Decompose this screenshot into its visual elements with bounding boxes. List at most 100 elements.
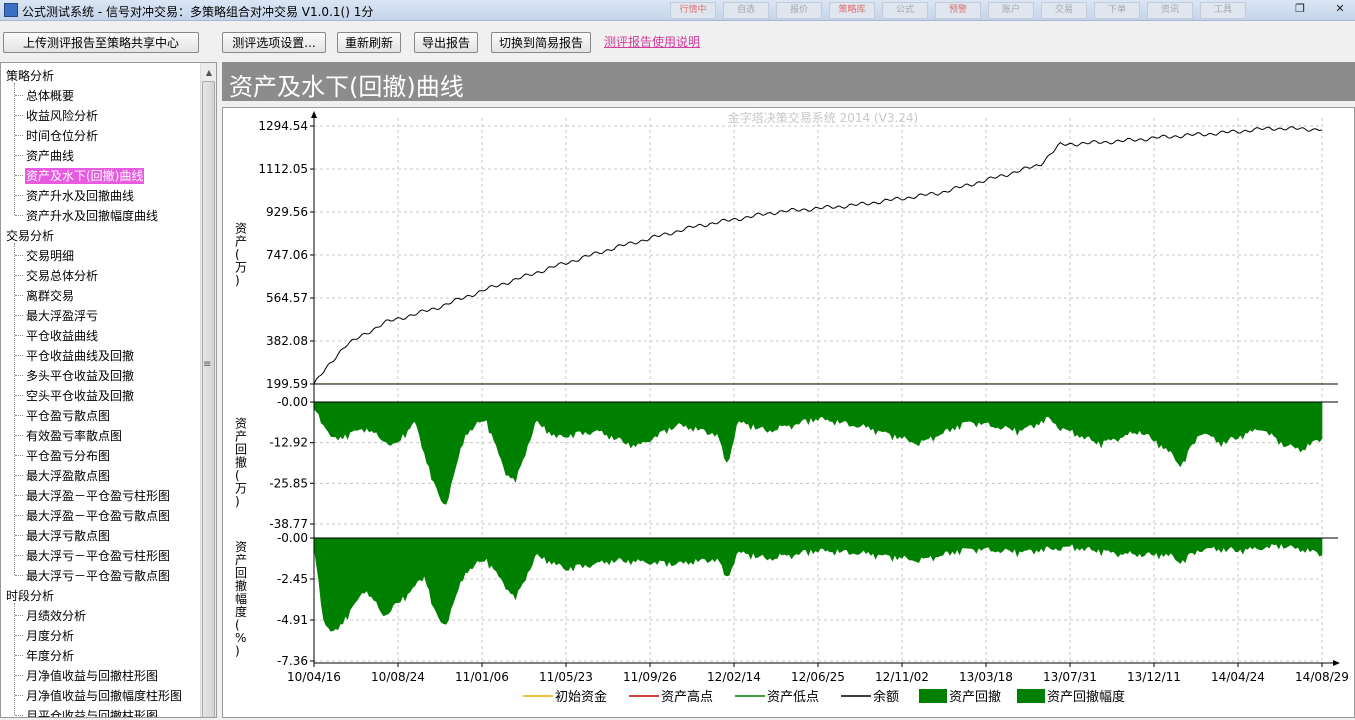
- tree-connector: [15, 455, 23, 456]
- x-tick-label: 13/07/31: [1043, 670, 1097, 684]
- tree-item[interactable]: 月度分析: [25, 628, 75, 644]
- tree-item[interactable]: 最大浮亏－平仓盈亏柱形图: [25, 548, 171, 564]
- simple-report-button[interactable]: 切换到简易报告: [491, 32, 591, 53]
- restore-icon[interactable]: ❐: [1290, 1, 1310, 17]
- tree-item[interactable]: 资产及水下(回撤)曲线: [25, 168, 145, 184]
- tree-item[interactable]: 交易总体分析: [25, 268, 99, 284]
- y-tick-label: -0.00: [277, 395, 308, 409]
- tree-item[interactable]: 最大浮盈浮亏: [25, 308, 99, 324]
- tree-item[interactable]: 年度分析: [25, 648, 75, 664]
- tree-connector: [15, 475, 23, 476]
- tree-item[interactable]: 平仓收益曲线及回撤: [25, 348, 135, 364]
- x-tick-label: 11/01/06: [455, 670, 509, 684]
- tree-item[interactable]: 最大浮盈散点图: [25, 468, 111, 484]
- tree-item[interactable]: 月平仓收益与回撤柱形图: [25, 708, 159, 717]
- top-tab[interactable]: 策略库: [829, 2, 875, 19]
- legend-swatch-box: [919, 689, 947, 703]
- tree-item[interactable]: 有效盈亏率散点图: [25, 428, 123, 444]
- settings-button[interactable]: 测评选项设置...: [222, 32, 326, 53]
- tree-item[interactable]: 总体概要: [25, 88, 75, 104]
- scroll-thumb[interactable]: [202, 81, 215, 717]
- report-tree: 策略分析总体概要收益风险分析 时间仓位分析 资产曲线资产及水下(回撤)曲线 资产升水及…: [0, 62, 217, 718]
- tree-connector: [15, 715, 23, 716]
- tree-connector: [15, 195, 23, 196]
- top-tab[interactable]: 自选: [723, 2, 769, 19]
- tree-connector: [15, 275, 23, 276]
- scroll-grip-icon: ≡: [203, 359, 212, 370]
- tree-group[interactable]: 策略分析: [6, 67, 54, 84]
- y-tick-label: 199.59: [266, 377, 308, 391]
- tree-connector: [15, 435, 23, 436]
- y-axis-arrow: [311, 111, 317, 118]
- tree-item[interactable]: 交易明细: [25, 248, 75, 264]
- tree-group[interactable]: 交易分析: [6, 227, 54, 244]
- scroll-up-icon[interactable]: ▲: [201, 65, 216, 81]
- tree-connector: [15, 655, 23, 656]
- help-link[interactable]: 测评报告使用说明: [604, 33, 700, 50]
- y-tick-label: -38.77: [269, 517, 308, 531]
- tree-connector: [14, 243, 15, 575]
- tree-connector: [15, 255, 23, 256]
- tree-scrollbar[interactable]: ▲ ≡: [200, 63, 216, 717]
- tree-item[interactable]: 资产升水及回撤幅度曲线: [25, 208, 159, 224]
- upload-report-button[interactable]: 上传测评报告至策略共享中心: [3, 32, 199, 53]
- tree-item[interactable]: 平仓盈亏散点图: [25, 408, 111, 424]
- x-tick-label: 12/06/25: [791, 670, 845, 684]
- legend-label: 初始资金: [555, 689, 607, 705]
- window-title: 公式测试系统 - 信号对冲交易：多策略组合对冲交易 V1.0.1() 1分: [22, 5, 374, 19]
- tree-item[interactable]: 月净值收益与回撤柱形图: [25, 668, 159, 684]
- y-tick-label: 1112.05: [258, 162, 308, 176]
- tree-item[interactable]: 收益风险分析: [25, 108, 99, 124]
- close-icon[interactable]: ✕: [1330, 1, 1350, 17]
- tree-item[interactable]: 最大浮盈－平仓盈亏散点图: [25, 508, 171, 524]
- tree-item[interactable]: 最大浮亏散点图: [25, 528, 111, 544]
- tree-item[interactable]: 空头平仓收益及回撤: [25, 388, 135, 404]
- top-tab[interactable]: 下单: [1094, 2, 1140, 19]
- x-tick-label: 14/04/24: [1211, 670, 1265, 684]
- tree-item[interactable]: 最大浮亏－平仓盈亏散点图: [25, 568, 171, 584]
- y-axis-label: 资产(万): [235, 222, 247, 288]
- top-tab[interactable]: 行情中: [670, 2, 716, 19]
- top-tab[interactable]: 交易: [1041, 2, 1087, 19]
- app-icon: [4, 3, 18, 17]
- tree-connector: [15, 535, 23, 536]
- top-tab[interactable]: 报价: [776, 2, 822, 19]
- top-tab[interactable]: 账户: [988, 2, 1034, 19]
- legend-swatch-box: [1017, 689, 1045, 703]
- tree-connector: [15, 375, 23, 376]
- chart-area: 金字塔决策交易系统 2014 (V3.24) 1294.54 1112.05 929.…: [222, 107, 1355, 718]
- tree-item[interactable]: 资产曲线: [25, 148, 75, 164]
- top-tab[interactable]: 工具: [1200, 2, 1246, 19]
- x-tick-label: 13/03/18: [959, 670, 1013, 684]
- x-tick-label: 11/09/26: [623, 670, 677, 684]
- y-tick-label: 929.56: [266, 205, 308, 219]
- refresh-button[interactable]: 重新刷新: [337, 32, 401, 53]
- tree-connector: [15, 615, 23, 616]
- tree-item[interactable]: 平仓收益曲线: [25, 328, 99, 344]
- tree-connector: [15, 495, 23, 496]
- tree-group[interactable]: 时段分析: [6, 587, 54, 604]
- tree-item[interactable]: 离群交易: [25, 288, 75, 304]
- tree-connector: [15, 175, 23, 176]
- x-tick-label: 14/08/29: [1295, 670, 1349, 684]
- x-tick-label: 10/04/16: [287, 670, 341, 684]
- y-tick-label: -25.85: [269, 476, 308, 490]
- tree-item[interactable]: 时间仓位分析: [25, 128, 99, 144]
- top-tab[interactable]: 预警: [935, 2, 981, 19]
- tree-item[interactable]: 平仓盈亏分布图: [25, 448, 111, 464]
- export-report-button[interactable]: 导出报告: [414, 32, 478, 53]
- report-tree-list: 策略分析总体概要收益风险分析 时间仓位分析 资产曲线资产及水下(回撤)曲线 资产升水及…: [1, 63, 199, 717]
- tree-connector: [14, 603, 15, 715]
- tree-item[interactable]: 月绩效分析: [25, 608, 87, 624]
- top-tab[interactable]: 资讯: [1147, 2, 1193, 19]
- tree-item[interactable]: 月净值收益与回撤幅度柱形图: [25, 688, 183, 704]
- tree-item[interactable]: 多头平仓收益及回撤: [25, 368, 135, 384]
- tree-item[interactable]: 最大浮盈－平仓盈亏柱形图: [25, 488, 171, 504]
- y-tick-label: 564.57: [266, 291, 308, 305]
- tree-connector: [15, 95, 23, 96]
- top-tab[interactable]: 公式: [882, 2, 928, 19]
- y-tick-label: -7.36: [277, 654, 308, 668]
- legend-label: 资产高点: [661, 689, 713, 705]
- y-tick-label: 382.08: [266, 334, 308, 348]
- tree-item[interactable]: 资产升水及回撤曲线: [25, 188, 135, 204]
